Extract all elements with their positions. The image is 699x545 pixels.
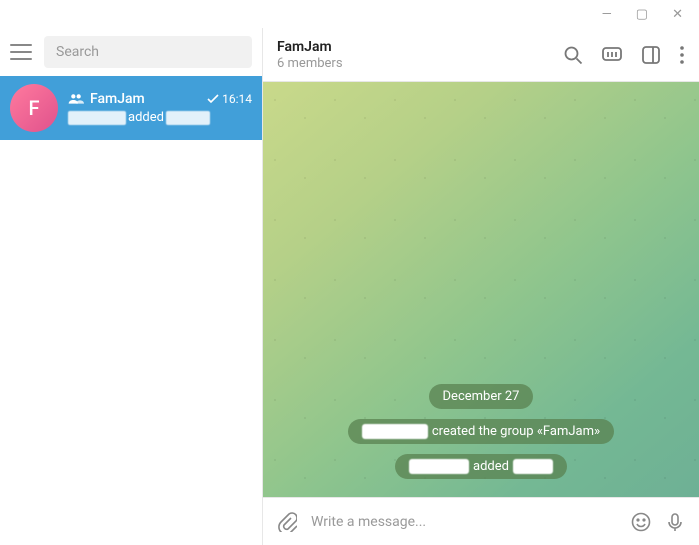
search-input[interactable]: Search: [44, 36, 252, 68]
redacted-name: [409, 459, 469, 474]
chat-header-info[interactable]: FamJam 6 members: [277, 39, 563, 71]
chat-item-famjam[interactable]: F FamJam 16:14 added: [0, 76, 262, 140]
chat-title: FamJam: [277, 39, 563, 55]
check-icon: [207, 94, 219, 104]
more-icon[interactable]: [679, 45, 685, 65]
chat-time: 16:14: [207, 92, 252, 106]
chat-header: FamJam 6 members: [263, 28, 699, 82]
emoji-icon[interactable]: [631, 512, 651, 532]
group-icon: [68, 93, 84, 105]
attach-icon[interactable]: [277, 512, 297, 532]
redacted-name: [513, 459, 553, 474]
sidebar: Search F FamJam 16:14: [0, 28, 262, 545]
message-area: December 27 created the group «FamJam» a…: [263, 82, 699, 497]
menu-icon[interactable]: [10, 44, 32, 60]
redacted-name: [68, 111, 126, 125]
window-titlebar: — ▢ ✕: [0, 0, 699, 28]
sidepanel-icon[interactable]: [641, 45, 661, 65]
window-close[interactable]: ✕: [672, 7, 683, 22]
chat-list: F FamJam 16:14 added: [0, 76, 262, 545]
voice-icon[interactable]: [665, 512, 685, 532]
search-icon[interactable]: [563, 45, 583, 65]
service-message-added: added: [395, 454, 567, 479]
window-minimize[interactable]: —: [602, 7, 612, 22]
chat-name: FamJam: [90, 91, 145, 107]
redacted-name: [166, 111, 210, 125]
composer: Write a message...: [263, 497, 699, 545]
avatar: F: [10, 84, 58, 132]
streaming-icon[interactable]: [601, 45, 623, 65]
redacted-name: [362, 424, 428, 439]
chat-preview: added: [68, 110, 252, 125]
chat-subtitle: 6 members: [277, 56, 563, 71]
service-message-created: created the group «FamJam»: [348, 419, 614, 444]
window-maximize[interactable]: ▢: [636, 7, 648, 22]
message-input[interactable]: Write a message...: [311, 514, 617, 530]
date-separator: December 27: [429, 384, 534, 409]
